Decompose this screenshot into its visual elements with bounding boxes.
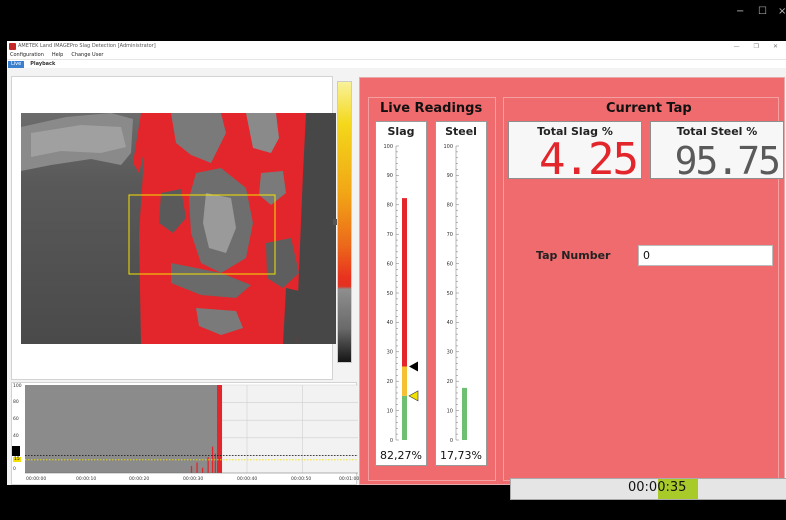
os-maximize-icon[interactable]: ☐ bbox=[758, 6, 767, 17]
minimize-icon[interactable]: — bbox=[734, 43, 740, 50]
x-tick-label: 00:00:40 bbox=[237, 477, 258, 482]
menu-configuration[interactable]: Configuration bbox=[10, 52, 44, 58]
total-steel-value: 95.75 bbox=[675, 139, 779, 180]
trend-plot bbox=[25, 384, 358, 474]
x-tick-label: 00:00:00 bbox=[26, 477, 47, 482]
title-bar: AMETEK Land IMAGEPro Slag Detection [Adm… bbox=[7, 41, 786, 51]
gauge-tick-label: 0 bbox=[450, 438, 453, 444]
color-scale-bar bbox=[337, 81, 352, 363]
slag-bar-green bbox=[402, 395, 407, 440]
slag-gauge: Slag 100 90 80 70 60 50 40 30 20 10 0 82,27% bbox=[375, 121, 427, 466]
y-tick-label: 100 bbox=[13, 384, 22, 389]
gauge-tick-label: 20 bbox=[387, 379, 393, 385]
tap-number-input[interactable]: 0 bbox=[638, 245, 773, 266]
gauge-tick-label: 90 bbox=[387, 173, 393, 179]
slag-bar-yellow bbox=[402, 366, 407, 396]
slag-percent: 82,27% bbox=[380, 449, 422, 462]
app-logo-icon bbox=[9, 42, 16, 50]
trend-area bbox=[25, 385, 223, 473]
os-close-icon[interactable]: × bbox=[778, 6, 786, 17]
menu-change-user[interactable]: Change User bbox=[71, 52, 103, 58]
gauge-tick-label: 80 bbox=[387, 203, 393, 209]
x-tick-label: 00:00:10 bbox=[76, 477, 97, 482]
gauge-tick-label: 100 bbox=[443, 144, 453, 150]
gauge-tick-label: 50 bbox=[387, 291, 393, 297]
y-tick-label: 0 bbox=[13, 467, 16, 472]
x-tick-label: 00:01:00 bbox=[339, 477, 360, 482]
steel-gauge-scale: 1009080706050403020100 bbox=[443, 144, 467, 444]
gauge-tick-label: 30 bbox=[447, 350, 453, 356]
gauge-tick-label: 30 bbox=[387, 350, 393, 356]
tab-live[interactable]: Live bbox=[8, 60, 25, 68]
slag-alarm-marker bbox=[409, 361, 418, 372]
os-minimize-icon[interactable]: − bbox=[736, 6, 744, 17]
total-slag-display: Total Slag % 4.25 bbox=[508, 121, 642, 180]
y-tick-label: 80 bbox=[13, 400, 19, 405]
close-icon[interactable]: ✕ bbox=[773, 43, 778, 50]
gauge-tick-label: 90 bbox=[447, 173, 453, 179]
tap-number-label: Tap Number bbox=[536, 249, 611, 262]
restore-icon[interactable]: ❐ bbox=[754, 43, 759, 50]
y-tick-label: 40 bbox=[13, 434, 19, 439]
total-steel-digits: 95.75 bbox=[675, 139, 781, 180]
menu-bar: Configuration Help Change User bbox=[7, 51, 786, 60]
tab-playback[interactable]: Playback bbox=[30, 61, 55, 67]
steel-percent: 17,73% bbox=[440, 449, 482, 462]
readings-panel: Live Readings Slag 100 90 80 70 60 50 40 30 20 10… bbox=[359, 77, 786, 500]
slag-warning-marker bbox=[408, 390, 419, 402]
slag-gauge-scale: 1009080706050403020100 bbox=[383, 144, 419, 444]
x-tick-label: 00:00:30 bbox=[183, 477, 204, 482]
y-tick-label: 60 bbox=[13, 417, 19, 422]
gauge-tick-label: 70 bbox=[387, 232, 393, 238]
gauge-tick-label: 60 bbox=[447, 261, 453, 267]
total-slag-value: 4.25 bbox=[539, 134, 637, 180]
thermal-viewer[interactable] bbox=[11, 76, 336, 380]
colorbar-handle[interactable] bbox=[333, 219, 337, 225]
gauge-tick-label: 50 bbox=[447, 291, 453, 297]
window-title: AMETEK Land IMAGEPro Slag Detection [Adm… bbox=[18, 43, 156, 49]
tab-bar: Live Playback bbox=[7, 60, 786, 68]
gauge-tick-label: 20 bbox=[447, 379, 453, 385]
steel-gauge: Steel 100 90 80 70 60 50 40 30 20 10 0 17,73% bbox=[435, 121, 487, 466]
gauge-tick-label: 80 bbox=[447, 203, 453, 209]
gauge-tick-label: 40 bbox=[447, 320, 453, 326]
x-tick-label: 00:00:50 bbox=[291, 477, 312, 482]
app-window: AMETEK Land IMAGEPro Slag Detection [Adm… bbox=[7, 41, 786, 500]
gauge-tick-label: 10 bbox=[447, 408, 453, 414]
tap-timer: 00:00:35 bbox=[628, 480, 687, 495]
gauge-tick-label: 10 bbox=[387, 408, 393, 414]
total-steel-display: Total Steel % 95.75 bbox=[650, 121, 784, 180]
gauge-tick-label: 40 bbox=[387, 320, 393, 326]
screen: − ☐ × AMETEK Land IMAGEPro Slag Detectio… bbox=[0, 0, 786, 520]
gauge-tick-label: 0 bbox=[390, 438, 393, 444]
threshold-label-yellow: 15 bbox=[13, 457, 21, 462]
steel-bar-green bbox=[462, 387, 467, 440]
trend-chart: 100 80 60 40 20 0 00:00:00 00:00:10 00:0… bbox=[11, 382, 360, 485]
x-tick-label: 00:00:20 bbox=[129, 477, 150, 482]
gauge-tick-label: 100 bbox=[383, 144, 393, 150]
gauge-tick-label: 70 bbox=[447, 232, 453, 238]
gauge-tick-label: 60 bbox=[387, 261, 393, 267]
current-tap-title: Current Tap bbox=[606, 101, 692, 116]
total-slag-digits: 4.25 bbox=[539, 134, 639, 180]
thermal-image[interactable] bbox=[21, 113, 336, 344]
live-readings-title: Live Readings bbox=[380, 101, 483, 116]
threshold-marker-black bbox=[12, 446, 20, 456]
slag-bar-red bbox=[402, 198, 407, 367]
menu-help[interactable]: Help bbox=[52, 52, 63, 58]
